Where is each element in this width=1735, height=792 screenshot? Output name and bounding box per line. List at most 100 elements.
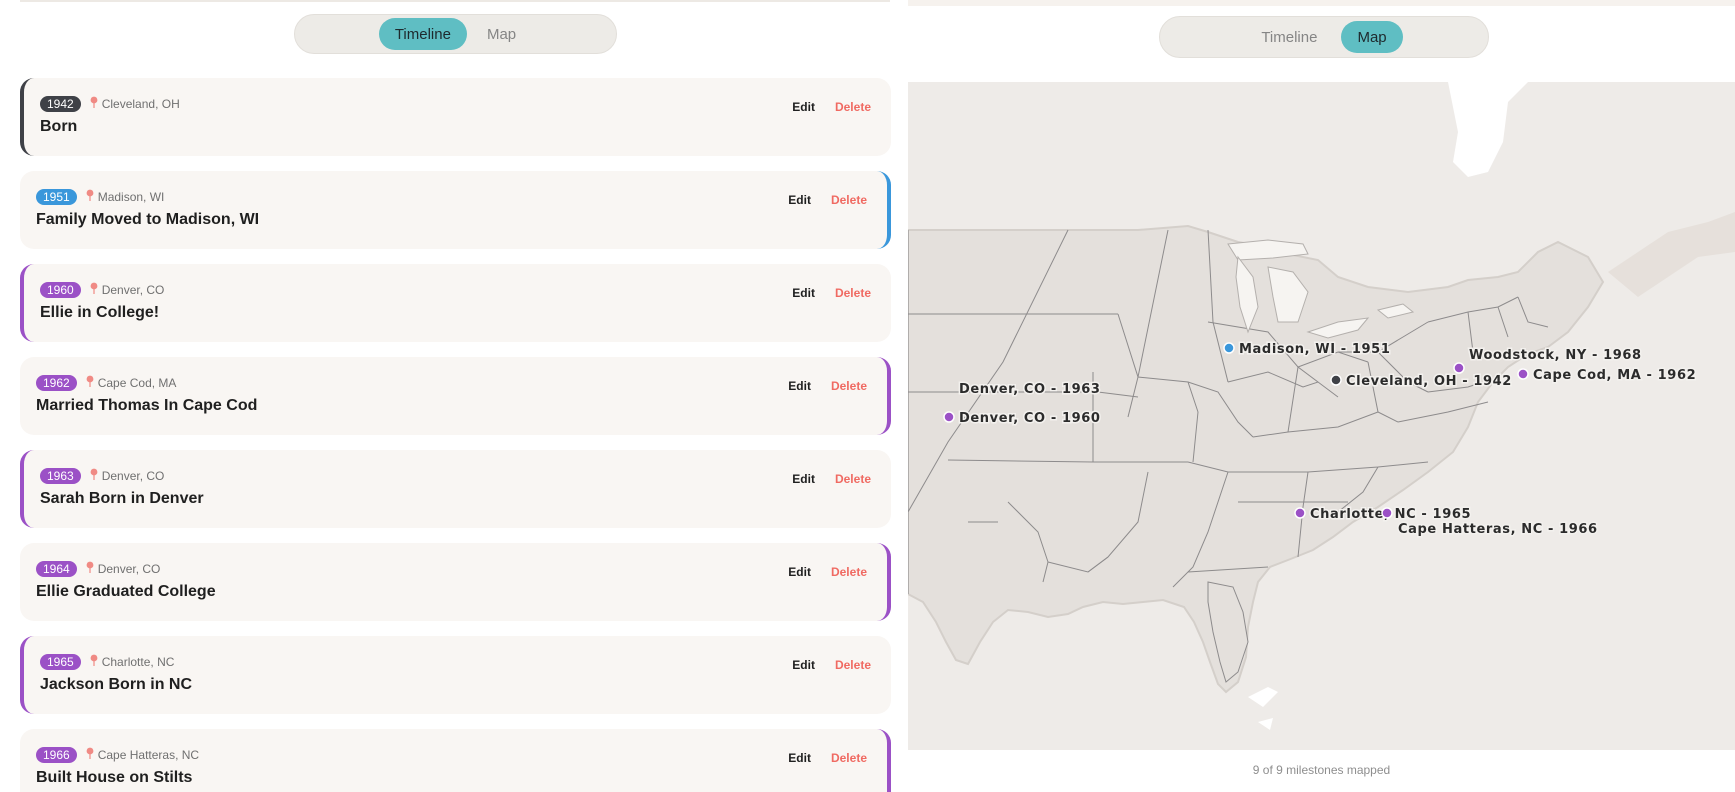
edit-button[interactable]: Edit (788, 565, 811, 579)
milestone-title: Sarah Born in Denver (40, 490, 204, 507)
milestone-title: Born (40, 118, 78, 135)
milestone-meta: 1964 Denver, CO (36, 560, 160, 578)
location-pin-icon (86, 746, 94, 764)
edit-button[interactable]: Edit (788, 379, 811, 393)
card-actions: Edit Delete (788, 565, 867, 579)
delete-button[interactable]: Delete (835, 100, 871, 114)
location-text: Cleveland, OH (101, 97, 180, 111)
timeline-pane: Timeline Map 1942 Cleveland, OH Born Edit De… (0, 0, 908, 792)
map-tab[interactable]: Map (1341, 21, 1403, 53)
app-root: Timeline Map 1942 Cleveland, OH Born Edit De… (0, 0, 1735, 792)
map-footer: 9 of 9 milestones mapped (1252, 763, 1391, 777)
location-pin-icon (86, 374, 94, 392)
map-canvas: Madison, WI - 1951 Cleveland, OH - 1942 … (908, 82, 1735, 750)
card-actions: Edit Delete (792, 286, 871, 300)
milestone-meta: 1962 Cape Cod, MA (36, 374, 176, 392)
milestone-title: Family Moved to Madison, WI (36, 211, 260, 228)
milestone-card[interactable]: 1960 Denver, CO Ellie in College! Edit Delet… (20, 264, 891, 342)
card-actions: Edit Delete (792, 472, 871, 486)
delete-button[interactable]: Delete (835, 286, 871, 300)
milestone-meta: 1960 Denver, CO (40, 281, 164, 299)
delete-button[interactable]: Delete (831, 565, 867, 579)
edit-button[interactable]: Edit (788, 751, 811, 765)
milestone-meta: 1965 Charlotte, NC (40, 653, 174, 671)
marker-label: Denver, CO - 1960 (959, 411, 1101, 426)
milestone-title: Ellie in College! (40, 304, 160, 321)
location-pin-icon (90, 467, 98, 485)
top-divider (20, 0, 890, 2)
marker-madison[interactable] (1223, 342, 1235, 354)
location-text: Madison, WI (97, 190, 165, 204)
view-toggle: Timeline Map (294, 14, 617, 54)
marker-cleveland[interactable] (1330, 374, 1342, 386)
milestone-card[interactable]: 1966 Cape Hatteras, NC Built House on Stil… (20, 729, 891, 792)
view-toggle: Timeline Map (1159, 16, 1489, 58)
card-actions: Edit Delete (792, 658, 871, 672)
card-actions: Edit Delete (792, 100, 871, 114)
year-badge: 1965 (40, 654, 81, 670)
location-text: Cape Cod, MA (97, 376, 177, 390)
location-text: Cape Hatteras, NC (97, 748, 200, 762)
location-pin-icon (90, 281, 98, 299)
card-actions: Edit Delete (788, 379, 867, 393)
card-actions: Edit Delete (788, 193, 867, 207)
location-pin-icon (90, 95, 98, 113)
milestone-card[interactable]: 1963 Denver, CO Sarah Born in Denver Edit De… (20, 450, 891, 528)
year-badge: 1942 (40, 96, 81, 112)
milestone-meta: 1963 Denver, CO (40, 467, 164, 485)
delete-button[interactable]: Delete (835, 472, 871, 486)
milestone-meta: 1966 Cape Hatteras, NC (36, 746, 199, 764)
year-badge: 1966 (36, 747, 77, 763)
marker-label: Cape Hatteras, NC - 1966 (1398, 522, 1598, 537)
marker-label: Cape Cod, MA - 1962 (1533, 368, 1696, 383)
milestone-list: 1942 Cleveland, OH Born Edit Delete 1951 Madis… (20, 78, 891, 792)
edit-button[interactable]: Edit (792, 286, 815, 300)
timeline-tab[interactable]: Timeline (378, 18, 467, 50)
marker-denver[interactable] (943, 411, 955, 423)
milestone-card[interactable]: 1964 Denver, CO Ellie Graduated College Edi… (20, 543, 891, 621)
location-pin-icon (90, 653, 98, 671)
milestone-title: Built House on Stilts (36, 769, 193, 786)
year-badge: 1964 (36, 561, 77, 577)
milestone-title: Married Thomas In Cape Cod (36, 397, 258, 414)
card-actions: Edit Delete (788, 751, 867, 765)
marker-capehatteras[interactable] (1381, 507, 1393, 519)
delete-button[interactable]: Delete (831, 193, 867, 207)
timeline-tab[interactable]: Timeline (1245, 21, 1333, 53)
year-badge: 1960 (40, 282, 81, 298)
marker-label: Woodstock, NY - 1968 (1469, 348, 1642, 363)
milestone-title: Ellie Graduated College (36, 583, 216, 600)
delete-button[interactable]: Delete (831, 751, 867, 765)
milestone-meta: 1942 Cleveland, OH (40, 95, 180, 113)
milestone-meta: 1951 Madison, WI (36, 188, 164, 206)
delete-button[interactable]: Delete (831, 379, 867, 393)
location-text: Charlotte, NC (101, 655, 175, 669)
location-text: Denver, CO (101, 469, 165, 483)
delete-button[interactable]: Delete (835, 658, 871, 672)
top-strip (908, 0, 1735, 6)
milestone-card[interactable]: 1951 Madison, WI Family Moved to Madison, … (20, 171, 891, 249)
year-badge: 1951 (36, 189, 77, 205)
location-pin-icon (86, 560, 94, 578)
milestone-card[interactable]: 1962 Cape Cod, MA Married Thomas In Cape C… (20, 357, 891, 435)
us-map[interactable]: Madison, WI - 1951 Cleveland, OH - 1942 … (908, 82, 1735, 750)
milestone-card[interactable]: 1965 Charlotte, NC Jackson Born in NC Edit D… (20, 636, 891, 714)
location-text: Denver, CO (101, 283, 165, 297)
marker-capecod[interactable] (1517, 368, 1529, 380)
map-tab[interactable]: Map (471, 18, 532, 50)
milestone-title: Jackson Born in NC (40, 676, 193, 693)
marker-label: Cleveland, OH - 1942 (1346, 374, 1512, 389)
edit-button[interactable]: Edit (792, 100, 815, 114)
marker-woodstock[interactable] (1453, 362, 1465, 374)
marker-charlotte[interactable] (1294, 507, 1306, 519)
marker-label: Madison, WI - 1951 (1239, 342, 1390, 357)
edit-button[interactable]: Edit (792, 658, 815, 672)
milestone-card[interactable]: 1942 Cleveland, OH Born Edit Delete (20, 78, 891, 156)
map-pane: Timeline Map Madison, WI - 1951 Clevelan… (908, 0, 1735, 792)
edit-button[interactable]: Edit (788, 193, 811, 207)
location-pin-icon (86, 188, 94, 206)
location-text: Denver, CO (97, 562, 161, 576)
marker-label: Denver, CO - 1963 (959, 382, 1101, 397)
year-badge: 1962 (36, 375, 77, 391)
edit-button[interactable]: Edit (792, 472, 815, 486)
